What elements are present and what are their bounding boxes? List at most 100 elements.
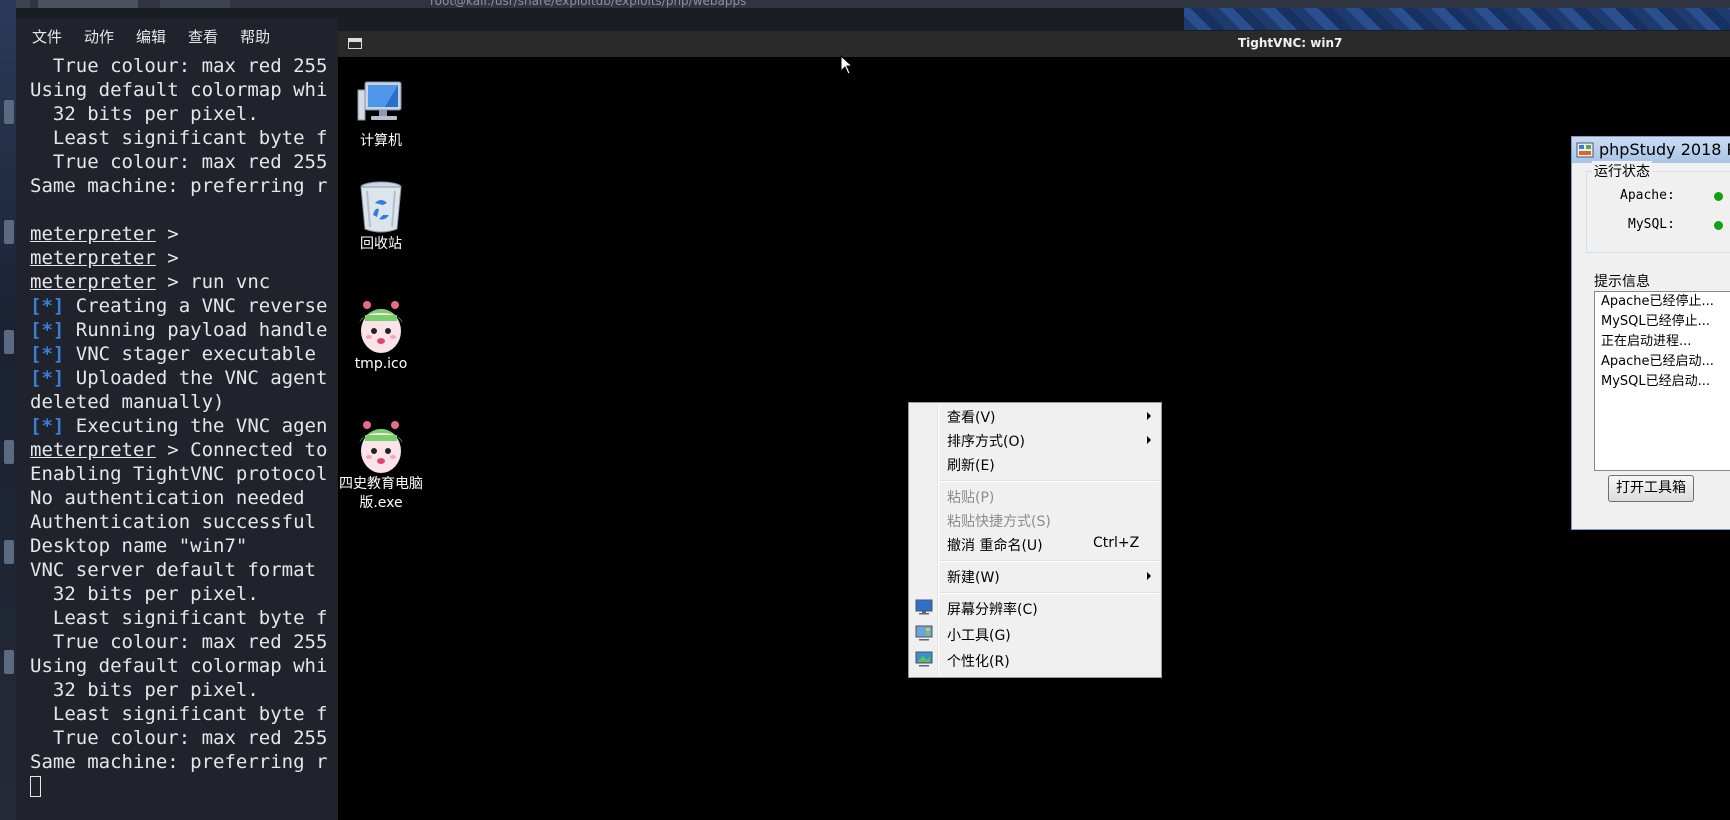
- phpstudy-titlebar[interactable]: phpStudy 2018 P: [1572, 137, 1730, 163]
- desktop-icon-computer[interactable]: 计算机: [336, 76, 426, 151]
- menu-file[interactable]: 文件: [32, 26, 62, 47]
- apache-status-indicator: [1714, 192, 1723, 201]
- host-desktop-icon[interactable]: [4, 650, 14, 674]
- vnc-titlebar[interactable]: TightVNC: win7: [338, 31, 1730, 57]
- menu-edit[interactable]: 编辑: [136, 26, 166, 47]
- phpstudy-window[interactable]: phpStudy 2018 P 运行状态 Apache: MySQL: 提示信息…: [1571, 136, 1730, 530]
- terminal-text: 32 bits per pixel.: [30, 679, 259, 701]
- menu-item-sort[interactable]: 排序方式(O): [909, 429, 1161, 451]
- host-tab-active[interactable]: [160, 0, 230, 8]
- info-marker: [*]: [30, 367, 65, 389]
- desktop-context-menu: 查看(V) 排序方式(O) 刷新(E) 粘贴(P) 粘贴快捷方式(S) 撤消 重…: [908, 402, 1162, 678]
- desktop-icon-label: 计算机: [360, 133, 402, 149]
- terminal-line: [*] Running payload handle: [30, 318, 338, 342]
- terminal-line: [*] VNC stager executable: [30, 342, 338, 366]
- menu-item-refresh[interactable]: 刷新(E): [909, 453, 1161, 475]
- desktop-icon-label: 四史教育电脑版.exe: [339, 476, 423, 511]
- menu-item-undo-rename[interactable]: 撤消 重命名(U) Ctrl+Z: [909, 533, 1161, 555]
- menu-item-new[interactable]: 新建(W): [909, 565, 1161, 587]
- terminal-text: Least significant byte f: [30, 127, 328, 149]
- terminal-line: True colour: max red 255: [30, 54, 338, 78]
- host-tab[interactable]: [38, 0, 138, 8]
- host-desktop-icon[interactable]: [4, 330, 14, 354]
- menu-help[interactable]: 帮助: [240, 26, 270, 47]
- menu-item-label: 屏幕分辨率(C): [947, 602, 1038, 618]
- terminal-line: True colour: max red 255: [30, 150, 338, 174]
- terminal-line: Desktop name "win7": [30, 534, 338, 558]
- meterpreter-prompt: meterpreter: [30, 439, 156, 461]
- meterpreter-prompt: meterpreter: [30, 271, 156, 293]
- personalize-icon: [915, 651, 933, 667]
- terminal-text: > Connected to: [155, 439, 328, 461]
- desktop-icon-label: tmp.ico: [354, 356, 408, 372]
- terminal-text: VNC stager executable: [64, 343, 316, 365]
- terminal-text: No authentication needed: [30, 487, 305, 509]
- terminal-line: No authentication needed: [30, 486, 338, 510]
- host-desktop-icon[interactable]: [4, 100, 14, 124]
- menu-item-label: 小工具(G): [947, 628, 1011, 644]
- computer-icon: [355, 76, 407, 128]
- terminal-text: Least significant byte f: [30, 703, 328, 725]
- host-window-title: root@kali:/usr/share/exploitdb/exploits/…: [430, 0, 747, 8]
- meterpreter-prompt: meterpreter: [30, 247, 156, 269]
- desktop-icon-recycle-bin[interactable]: 回收站: [336, 179, 426, 254]
- menu-item-personalize[interactable]: 个性化(R): [909, 649, 1161, 671]
- menu-view[interactable]: 查看: [188, 26, 218, 47]
- terminal-text: True colour: max red 255: [30, 55, 328, 77]
- cartoon-girl-icon: [355, 419, 407, 473]
- terminal-window[interactable]: 文件 动作 编辑 查看 帮助 True colour: max red 255 U…: [16, 18, 338, 820]
- menu-item-paste-shortcut[interactable]: 粘贴快捷方式(S): [909, 509, 1161, 531]
- phpstudy-title: phpStudy 2018 P: [1599, 140, 1730, 159]
- log-line: Apache已经停止...: [1601, 294, 1714, 309]
- terminal-text: VNC server default format: [30, 559, 316, 581]
- terminal-text: Least significant byte f: [30, 607, 328, 629]
- terminal-line: Least significant byte f: [30, 606, 338, 630]
- terminal-line: Enabling TightVNC protocol: [30, 462, 338, 486]
- menu-item-paste[interactable]: 粘贴(P): [909, 485, 1161, 507]
- terminal-cursor: [30, 776, 41, 797]
- window-icon: [348, 38, 362, 49]
- log-line: MySQL已经停止...: [1601, 314, 1711, 329]
- desktop-icon-label: 回收站: [360, 236, 402, 252]
- info-log[interactable]: Apache已经停止... MySQL已经停止... 正在启动进程... Apa…: [1594, 291, 1730, 471]
- terminal-line: [*] Executing the VNC agen: [30, 414, 338, 438]
- terminal-text: >: [155, 247, 179, 269]
- terminal-text: Using default colormap whi: [30, 79, 328, 101]
- menu-item-label: 刷新(E): [947, 458, 995, 474]
- mysql-status-indicator: [1714, 221, 1723, 230]
- desktop-icon-sishi-exe[interactable]: 四史教育电脑版.exe: [336, 419, 426, 513]
- menu-separator: [939, 480, 1159, 482]
- menu-item-gadgets[interactable]: 小工具(G): [909, 623, 1161, 645]
- terminal-line: meterpreter >: [30, 246, 338, 270]
- info-marker: [*]: [30, 343, 65, 365]
- mouse-pointer-icon: [840, 54, 854, 79]
- terminal-text: >: [155, 223, 179, 245]
- terminal-line: meterpreter > Connected to: [30, 438, 338, 462]
- terminal-text: Authentication successful: [30, 511, 316, 533]
- info-marker: [*]: [30, 295, 65, 317]
- terminal-text: True colour: max red 255: [30, 727, 328, 749]
- log-line: MySQL已经启动...: [1601, 374, 1711, 389]
- open-toolbox-button[interactable]: 打开工具箱: [1608, 475, 1694, 502]
- terminal-text: Running payload handle: [64, 319, 328, 341]
- terminal-text: Creating a VNC reverse: [64, 295, 328, 317]
- phpstudy-icon: [1576, 141, 1594, 159]
- terminal-line: Same machine: preferring r: [30, 750, 338, 774]
- menu-item-label: 排序方式(O): [947, 434, 1025, 450]
- menu-action[interactable]: 动作: [84, 26, 114, 47]
- terminal-input-line[interactable]: [30, 774, 338, 798]
- host-desktop-icon[interactable]: [4, 540, 14, 564]
- host-desktop-icon[interactable]: [4, 440, 14, 464]
- terminal-text: True colour: max red 255: [30, 151, 328, 173]
- desktop-icon-tmp-ico[interactable]: tmp.ico: [336, 299, 426, 374]
- vnc-window[interactable]: TightVNC: win7 计算机 回收站 tmp.ico 四史教育电脑版.e…: [338, 31, 1730, 820]
- terminal-text: Executing the VNC agen: [64, 415, 328, 437]
- menu-item-view[interactable]: 查看(V): [909, 405, 1161, 427]
- terminal-text: True colour: max red 255: [30, 631, 328, 653]
- terminal-text: 32 bits per pixel.: [30, 583, 259, 605]
- vnc-title: TightVNC: win7: [1238, 36, 1343, 50]
- terminal-line: Same machine: preferring r: [30, 174, 338, 198]
- host-desktop-icon[interactable]: [4, 220, 14, 244]
- menu-item-screen-resolution[interactable]: 屏幕分辨率(C): [909, 597, 1161, 619]
